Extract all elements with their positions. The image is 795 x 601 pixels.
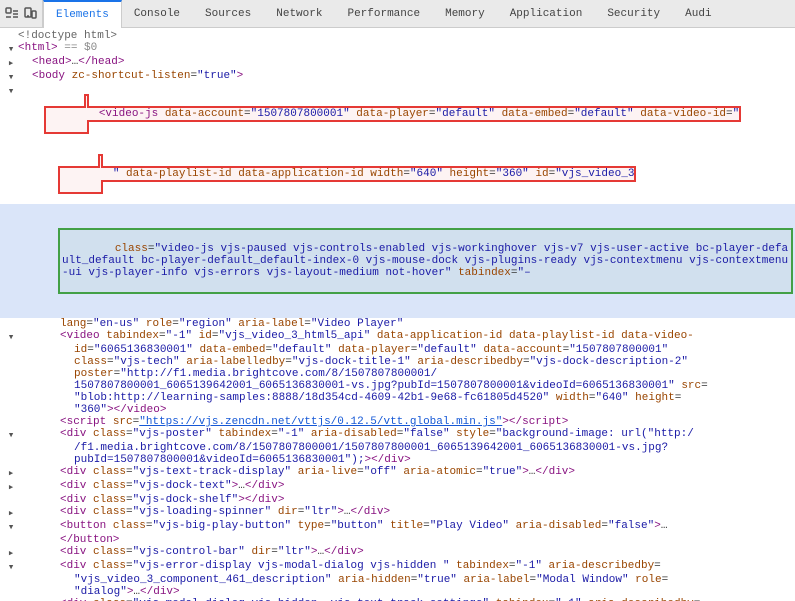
- poster-attr: poster="http://f1.media.brightcove.com/8…: [74, 368, 791, 380]
- line-vjs-poster: <div class="vjs-poster" tabindex="-1" ar…: [0, 428, 795, 442]
- vjs-error-cont: "vjs_video_3_component_461_description" …: [74, 574, 791, 586]
- tab-sources[interactable]: Sources: [193, 0, 264, 27]
- line-vjs-dock-shelf: <div class="vjs-dock-shelf"></div>: [0, 494, 795, 506]
- expand-videojs[interactable]: [4, 84, 18, 98]
- expand-vjs-poster[interactable]: [4, 428, 18, 442]
- script-src-link[interactable]: "https://vjs.zencdn.net/vttjs/0.12.5/vtt…: [139, 416, 502, 428]
- line-vjs-error: <div class="vjs-error-display vjs-modal-…: [0, 560, 795, 574]
- inspect-icon[interactable]: [4, 6, 20, 22]
- videojs-tag: <video-js data-account="1507807800001" d…: [46, 84, 791, 144]
- tab-memory[interactable]: Memory: [433, 0, 498, 27]
- script-tag: <script src="https://vjs.zencdn.net/vttj…: [60, 416, 791, 428]
- line-script: <script src="https://vjs.zencdn.net/vttj…: [0, 416, 795, 428]
- line-videojs-cont: " data-playlist-id data-application-id w…: [0, 144, 795, 204]
- devtools-tab-bar: Elements Console Sources Network Perform…: [0, 0, 795, 28]
- line-vjs-poster-pub: pubId=1507807800001&videoId=606513683000…: [0, 454, 795, 466]
- expand-vjs-dock-text[interactable]: [4, 480, 18, 494]
- expand-vjs-loading[interactable]: [4, 506, 18, 520]
- line-vjs-big-play-close: </button>: [0, 534, 795, 546]
- video-cont: id="6065136830001" data-embed="default" …: [74, 344, 791, 356]
- vjs-dock-shelf-tag: <div class="vjs-dock-shelf"></div>: [60, 494, 791, 506]
- line-vjs-error-cont: "vjs_video_3_component_461_description" …: [0, 574, 795, 586]
- src-attr: "blob:http://learning-samples:8888/18d35…: [74, 392, 791, 404]
- line-body: <body zc-shortcut-listen="true">: [0, 70, 795, 84]
- vjs-big-play-tag: <button class="vjs-big-play-button" type…: [60, 520, 791, 532]
- doctype-content: <!doctype html>: [18, 30, 791, 42]
- head-content: <head>…</head>: [32, 56, 791, 68]
- line-html: <html> == $0: [0, 42, 795, 56]
- vjs-error-tag: <div class="vjs-error-display vjs-modal-…: [60, 560, 791, 572]
- html-content: <html> == $0: [18, 42, 791, 54]
- vjs-loading-tag: <div class="vjs-loading-spinner" dir="lt…: [60, 506, 791, 518]
- line-lang: lang="en-us" role="region" aria-label="V…: [0, 318, 795, 330]
- line-vjs-control-bar: <div class="vjs-control-bar" dir="ltr">……: [0, 546, 795, 560]
- line-vjs-error-role: "dialog">…</div>: [0, 586, 795, 598]
- tab-elements[interactable]: Elements: [43, 0, 122, 27]
- line-poster-cont: 1507807800001_6065139642001_606513683000…: [0, 380, 795, 392]
- line-head: <head>…</head>: [0, 56, 795, 70]
- body-content: <body zc-shortcut-listen="true">: [32, 70, 791, 82]
- expand-video[interactable]: [4, 330, 18, 344]
- expand-vjs-error[interactable]: [4, 560, 18, 574]
- line-vjs-poster-cont: /f1.media.brightcove.com/8/1507807800001…: [0, 442, 795, 454]
- vjs-control-bar-tag: <div class="vjs-control-bar" dir="ltr">……: [60, 546, 791, 558]
- line-poster: poster="http://f1.media.brightcove.com/8…: [0, 368, 795, 380]
- line-doctype: <!doctype html>: [0, 30, 795, 42]
- expand-vjs-text-track[interactable]: [4, 466, 18, 480]
- videojs-cont: " data-playlist-id data-application-id w…: [60, 144, 791, 204]
- video-tag: <video tabindex="-1" id="vjs_video_3_htm…: [60, 330, 791, 342]
- line-videojs: <video-js data-account="1507807800001" d…: [0, 84, 795, 144]
- vjs-poster-pub: pubId=1507807800001&videoId=606513683000…: [74, 454, 791, 466]
- vjs-poster-cont: /f1.media.brightcove.com/8/1507807800001…: [74, 442, 791, 454]
- line-video-cont: id="6065136830001" data-embed="default" …: [0, 344, 795, 356]
- line-src: "blob:http://learning-samples:8888/18d35…: [0, 392, 795, 404]
- height-attr: "360"></video>: [74, 404, 791, 416]
- line-height: "360"></video>: [0, 404, 795, 416]
- line-vjs-text-track: <div class="vjs-text-track-display" aria…: [0, 466, 795, 480]
- tab-console[interactable]: Console: [122, 0, 193, 27]
- class-attr: class="video-js vjs-paused vjs-controls-…: [60, 206, 791, 316]
- vjs-dock-text-tag: <div class="vjs-dock-text">…</div>: [60, 480, 791, 492]
- device-toggle-icon[interactable]: [22, 6, 38, 22]
- expand-vjs-big-play[interactable]: [4, 520, 18, 534]
- line-class-attr: class="video-js vjs-paused vjs-controls-…: [0, 204, 795, 318]
- line-vjs-big-play: <button class="vjs-big-play-button" type…: [0, 520, 795, 534]
- vjs-error-role: "dialog">…</div>: [74, 586, 791, 598]
- expand-head[interactable]: [4, 56, 18, 70]
- expand-vjs-control-bar[interactable]: [4, 546, 18, 560]
- vjs-big-play-close: </button>: [60, 534, 791, 546]
- tab-security[interactable]: Security: [595, 0, 673, 27]
- lang-attr: lang="en-us" role="region" aria-label="V…: [60, 318, 791, 330]
- line-vjs-loading: <div class="vjs-loading-spinner" dir="lt…: [0, 506, 795, 520]
- expand-body[interactable]: [4, 70, 18, 84]
- elements-panel: <!doctype html> <html> == $0 <head>…</he…: [0, 28, 795, 601]
- tab-network[interactable]: Network: [264, 0, 335, 27]
- expand-html[interactable]: [4, 42, 18, 56]
- tab-audit[interactable]: Audi: [673, 0, 724, 27]
- tab-application[interactable]: Application: [498, 0, 596, 27]
- poster-cont: 1507807800001_6065139642001_606513683000…: [74, 380, 791, 392]
- video-class: class="vjs-tech" aria-labelledby="vjs-do…: [74, 356, 791, 368]
- tab-performance[interactable]: Performance: [335, 0, 433, 27]
- tab-bar-controls: [0, 0, 43, 27]
- line-video-class: class="vjs-tech" aria-labelledby="vjs-do…: [0, 356, 795, 368]
- vjs-poster-tag: <div class="vjs-poster" tabindex="-1" ar…: [60, 428, 791, 440]
- line-vjs-dock-text: <div class="vjs-dock-text">…</div>: [0, 480, 795, 494]
- line-video: <video tabindex="-1" id="vjs_video_3_htm…: [0, 330, 795, 344]
- vjs-text-track-tag: <div class="vjs-text-track-display" aria…: [60, 466, 791, 478]
